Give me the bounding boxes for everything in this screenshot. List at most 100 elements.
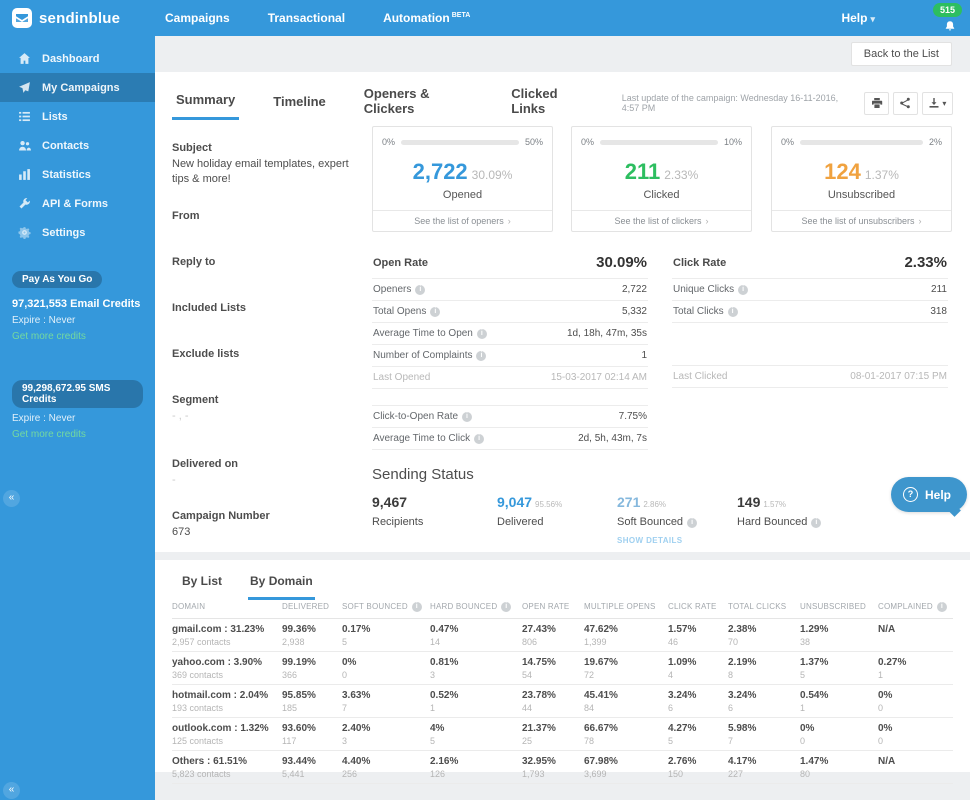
table-cell: 4.40% 256 (342, 756, 430, 779)
column-header[interactable]: CLICK RATE (668, 602, 728, 612)
share-button[interactable] (892, 91, 918, 115)
cell-value: 1.47% (800, 756, 829, 767)
subject-label: Subject (172, 142, 212, 154)
chevron-right-icon: › (918, 216, 922, 226)
cell-value: 3.24% (728, 690, 757, 701)
info-icon[interactable]: i (462, 412, 473, 422)
hard-bounced-stat: 149 1.57% Hard Bounced i (737, 494, 887, 545)
opened-stat-card: 0% 50% 2,722 30.09% Opened See the list of… (372, 126, 553, 232)
beta-badge: BETA (451, 12, 471, 19)
sidebar-collapse-button[interactable]: « (3, 490, 20, 507)
help-floating-button[interactable]: ? Help (891, 477, 968, 512)
see-unsubscribers-link[interactable]: See the list of unsubscribers › (772, 210, 951, 231)
cell-subvalue: 6 (668, 703, 674, 713)
table-cell: 1.57% 46 (668, 624, 728, 647)
chevron-right-icon: › (507, 216, 511, 226)
nav-automation[interactable]: Automation BETA (383, 11, 470, 25)
table-cell: hotmail.com : 2.04% 193 contacts (172, 690, 282, 713)
column-header[interactable]: SOFT BOUNCED i (342, 602, 430, 612)
sidebar-item-lists[interactable]: Lists (0, 102, 155, 131)
table-row: outlook.com : 1.32% 125 contacts 93.60% 117… (172, 718, 953, 751)
info-icon[interactable]: i (474, 434, 485, 444)
see-clickers-link[interactable]: See the list of clickers › (572, 210, 751, 231)
cell-subvalue: 5,441 (282, 769, 305, 779)
info-icon[interactable]: i (738, 285, 749, 295)
show-details-link[interactable]: SHOW DETAILS (617, 536, 737, 545)
cell-subvalue: 366 (282, 670, 298, 680)
cell-subvalue: 0 (342, 670, 348, 680)
get-more-email-credits-link[interactable]: Get more credits (12, 331, 143, 342)
info-icon[interactable]: i (501, 602, 512, 612)
tab-clicked-links[interactable]: Clicked Links (507, 80, 592, 126)
print-button[interactable] (864, 91, 889, 115)
back-to-list-button[interactable]: Back to the List (850, 42, 952, 66)
table-cell: 0.47% 14 (430, 624, 522, 647)
nav-campaigns[interactable]: Campaigns (165, 11, 230, 25)
email-credits: 97,321,553 Email Credits (12, 298, 141, 310)
cell-subvalue: 5 (342, 637, 348, 647)
info-icon[interactable]: i (476, 329, 487, 339)
email-credits-expiry: Expire : Never (12, 315, 76, 326)
column-header[interactable]: OPEN RATE (522, 602, 584, 612)
sidebar-item-dashboard[interactable]: Dashboard (0, 44, 155, 73)
table-cell: 1.09% 4 (668, 657, 728, 680)
cell-subvalue: 8 (728, 670, 734, 680)
download-button[interactable]: ▾ (921, 91, 953, 115)
column-header[interactable]: UNSUBSCRIBED (800, 602, 878, 612)
info-icon[interactable]: i (936, 602, 947, 612)
delivered-on-value: - (172, 473, 176, 486)
printer-icon (871, 98, 882, 108)
info-icon[interactable]: i (476, 351, 487, 361)
table-cell: 2.19% 8 (728, 657, 800, 680)
sidebar-collapse-button-bottom[interactable]: « (3, 782, 20, 799)
info-icon[interactable]: i (411, 602, 422, 612)
cell-subvalue: 1 (800, 703, 806, 713)
tab-by-domain[interactable]: By Domain (248, 566, 315, 600)
see-openers-link[interactable]: See the list of openers › (373, 210, 552, 231)
info-icon[interactable]: i (430, 307, 441, 317)
column-header[interactable]: HARD BOUNCED i (430, 602, 522, 612)
cell-value: 1.37% (800, 657, 829, 668)
table-cell: 0.54% 1 (800, 690, 878, 713)
info-icon[interactable]: i (811, 518, 822, 528)
table-cell: 99.19% 366 (282, 657, 342, 680)
notification-count-badge[interactable]: 515 (932, 3, 962, 17)
sendinblue-logo[interactable]: sendinblue (0, 8, 143, 28)
get-more-sms-credits-link[interactable]: Get more credits (12, 429, 143, 440)
help-menu[interactable]: Help ▾ (841, 11, 875, 25)
sidebar-item-api-forms[interactable]: API & Forms (0, 189, 155, 218)
bell-icon[interactable] (944, 19, 956, 37)
tab-summary[interactable]: Summary (172, 86, 240, 120)
cell-subvalue: 126 (430, 769, 446, 779)
cell-value: 3.63% (342, 690, 371, 701)
info-icon[interactable]: i (415, 285, 426, 295)
sidebar-item-settings[interactable]: Settings (0, 218, 155, 247)
cell-value: 67.98% (584, 756, 618, 767)
sidebar-item-contacts[interactable]: Contacts (0, 131, 155, 160)
tab-timeline[interactable]: Timeline (269, 88, 330, 119)
sidebar-item-statistics[interactable]: Statistics (0, 160, 155, 189)
cell-value: yahoo.com : 3.90% (172, 657, 263, 668)
cell-subvalue: 4 (668, 670, 674, 680)
nav-transactional[interactable]: Transactional (268, 11, 345, 25)
cell-subvalue: 0 (878, 703, 884, 713)
sidebar-item-my-campaigns[interactable]: My Campaigns (0, 73, 155, 102)
tab-openers-clickers[interactable]: Openers & Clickers (360, 80, 478, 126)
download-icon (929, 98, 939, 108)
table-cell: N/A (878, 624, 953, 647)
column-header[interactable]: COMPLAINED i (878, 602, 953, 612)
column-header[interactable]: TOTAL CLICKS (728, 602, 800, 612)
table-cell: 27.43% 806 (522, 624, 584, 647)
cell-value: 0.54% (800, 690, 829, 701)
cell-subvalue: 3,699 (584, 769, 607, 779)
column-header[interactable]: MULTIPLE OPENS (584, 602, 668, 612)
column-header[interactable]: DELIVERED (282, 602, 342, 612)
table-cell: 66.67% 78 (584, 723, 668, 746)
cell-value: 0% (878, 690, 893, 701)
info-icon[interactable]: i (727, 307, 738, 317)
info-icon[interactable]: i (687, 518, 698, 528)
cell-subvalue: 5 (430, 736, 436, 746)
tab-by-list[interactable]: By List (180, 566, 224, 600)
cell-value: 1.09% (668, 657, 697, 668)
column-header[interactable]: DOMAIN (172, 602, 282, 612)
